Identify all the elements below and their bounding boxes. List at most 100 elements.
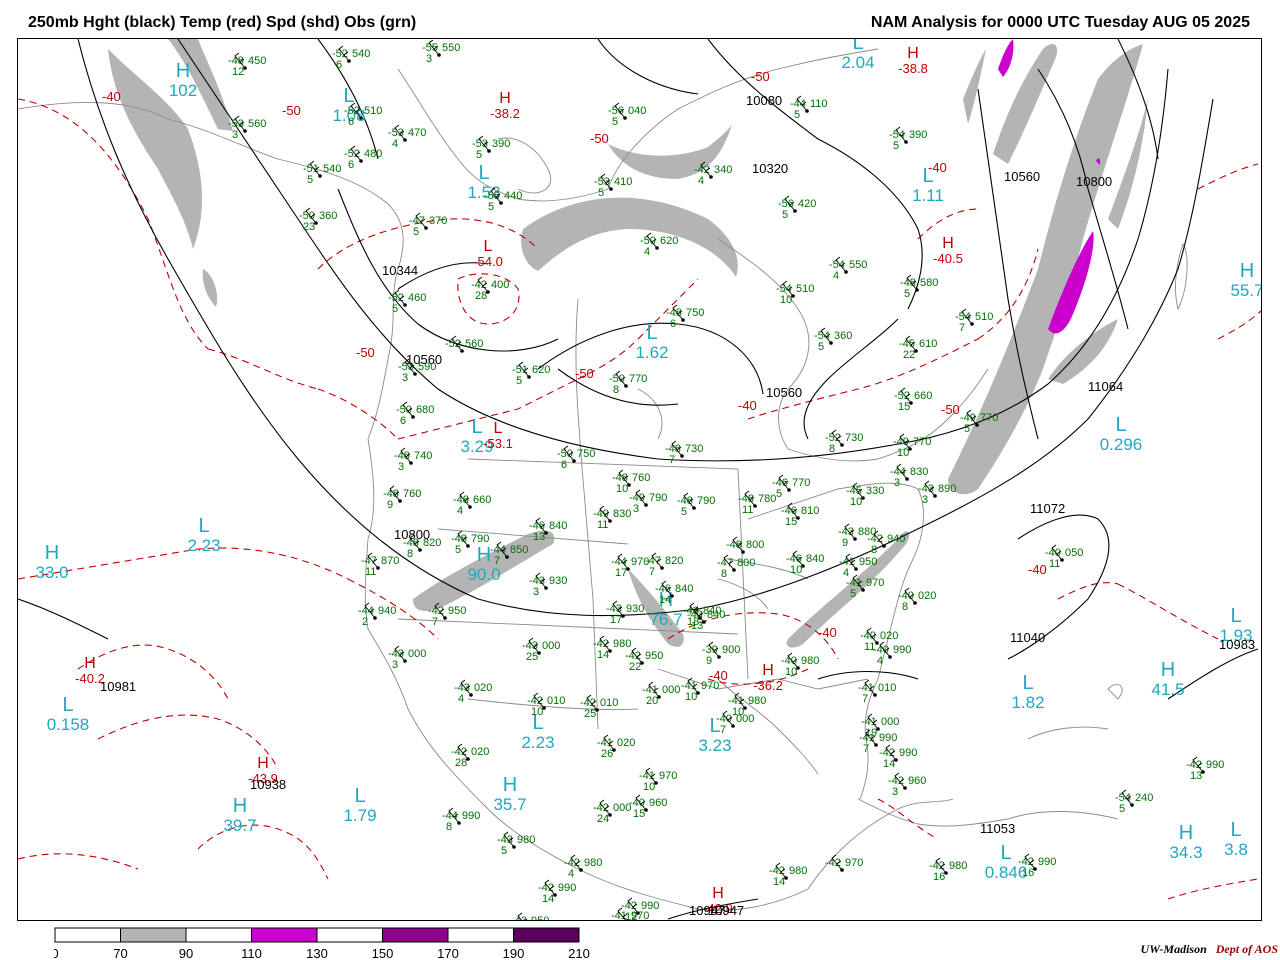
- station-dewpoint-depression: 15: [785, 516, 797, 528]
- station-dewpoint-depression: 28: [455, 757, 467, 769]
- map-canvas: H102L2.04L1.08L1.53L1.62L3.29L2.23H33.0L…: [18, 39, 1261, 920]
- station-plot: -43 84013: [687, 606, 725, 632]
- station-plot: -50 7708: [609, 370, 647, 396]
- station-height: 610: [919, 338, 937, 350]
- station-height: 770: [792, 477, 810, 489]
- temperature-center-letter: H: [942, 235, 954, 252]
- station-height: 360: [319, 210, 337, 222]
- station-plot: -42 99016: [1018, 853, 1056, 879]
- height-label: 10344: [382, 263, 418, 278]
- station-height: 990: [893, 644, 911, 656]
- speed-center-value: 3.8: [1224, 840, 1248, 859]
- station-plot: -40 0208: [898, 587, 936, 613]
- station-dewpoint-depression: 7: [669, 454, 675, 466]
- station-plot: -48 7905: [677, 492, 715, 518]
- temperature-center-letter: H: [907, 45, 919, 62]
- station-plot: -47 8207: [645, 552, 683, 578]
- station-dewpoint-depression: 10: [790, 564, 802, 576]
- station-plot: -50 36023: [299, 207, 337, 233]
- station-dewpoint-depression: 4: [877, 655, 883, 667]
- speed-center-letter: L: [471, 416, 482, 438]
- station-plot: -40 98010: [781, 652, 819, 678]
- temperature-contour-label: -40: [738, 398, 757, 413]
- temperature-center-letter: H: [762, 662, 774, 679]
- station-dewpoint-depression: 8: [446, 821, 452, 833]
- station-plot: -52 66015: [894, 387, 932, 413]
- station-height: 750: [577, 448, 595, 460]
- height-label: 11040: [1010, 630, 1045, 645]
- speed-center-letter: L: [62, 694, 73, 716]
- station-plot: -50 6806: [396, 401, 434, 427]
- station-dewpoint-depression: 6: [561, 459, 567, 471]
- station-plot: -47 8008: [717, 554, 755, 580]
- colorbar-tick-label: 110: [241, 946, 262, 960]
- station-dewpoint-depression: 7: [959, 322, 965, 334]
- speed-center-letter: H: [1179, 822, 1193, 844]
- temperature-center-value: -38.2: [490, 106, 520, 121]
- station-dewpoint-depression: 7: [494, 555, 500, 567]
- colorbar-tick-label: 70: [113, 946, 127, 960]
- height-contour: [337, 188, 559, 352]
- station-dewpoint-depression: 5: [598, 187, 604, 199]
- speed-center-value: 1.11: [912, 186, 944, 205]
- station-dewpoint-depression: 5: [818, 341, 824, 353]
- station-dewpoint-depression: 5: [1119, 803, 1125, 815]
- station-dewpoint-depression: 4: [457, 505, 463, 517]
- station-height: 370: [429, 215, 447, 227]
- station-plot: -42 9804: [564, 854, 602, 880]
- station-dewpoint-depression: 20: [646, 695, 658, 707]
- station-height: 510: [364, 105, 382, 117]
- station-plot: -42 01010: [527, 692, 565, 718]
- station-height: 950: [645, 650, 663, 662]
- height-label: 11072: [1030, 501, 1065, 516]
- map-outline: [1007, 811, 1119, 820]
- speed-center-value: 39.7: [223, 816, 256, 835]
- station-height: 010: [600, 697, 618, 709]
- station-dewpoint-depression: 10: [531, 706, 543, 718]
- station-plot: -45 61022: [899, 335, 937, 361]
- station-dewpoint-depression: 11: [742, 504, 753, 516]
- station-plot: -48 800: [726, 536, 764, 554]
- station-dewpoint-depression: 10: [643, 781, 655, 793]
- station-dewpoint-depression: 3: [232, 129, 238, 141]
- station-height: 360: [834, 330, 852, 342]
- station-dewpoint-depression: 11: [597, 519, 608, 531]
- station-dewpoint-depression: 5: [516, 375, 522, 387]
- station-dewpoint-depression: 3: [892, 786, 898, 798]
- station-dewpoint-depression: 25: [526, 651, 538, 663]
- station-plot: -46 84014: [655, 580, 693, 606]
- station-plot: -47 3705: [409, 212, 447, 238]
- station-dewpoint-depression: 5: [681, 506, 687, 518]
- chart-title: 250mb Hght (black) Temp (red) Spd (shd) …: [28, 14, 417, 31]
- station-height: 480: [364, 148, 382, 160]
- station-dewpoint-depression: 4: [458, 693, 464, 705]
- speed-center-value: 1.62: [635, 343, 668, 362]
- station-plot: -46 81015: [781, 502, 819, 528]
- height-label: 10080: [746, 93, 782, 108]
- station-plot: -47 87011: [361, 552, 399, 578]
- station-height: 020: [471, 746, 489, 758]
- speed-center-value: 76.7: [649, 610, 682, 629]
- station-dewpoint-depression: 17: [610, 614, 622, 626]
- station-plot: -46 84010: [786, 550, 824, 576]
- station-plot: -41 02026: [597, 734, 635, 760]
- station-plot: -49 83011: [593, 505, 631, 531]
- station-height: 560: [465, 338, 483, 350]
- station-dewpoint-depression: 4: [698, 175, 704, 187]
- colorbar-tick-label: 0: [54, 946, 59, 960]
- analysis-valid-time: NAM Analysis for 0000 UTC Tuesday AUG 05…: [870, 14, 1250, 31]
- station-dewpoint-depression: 13: [691, 620, 703, 632]
- height-contour: [597, 39, 699, 95]
- station-height: 020: [474, 682, 492, 694]
- station-plot: -52 4806: [344, 145, 382, 171]
- station-height: 870: [381, 555, 399, 567]
- station-plot: -49 77010: [893, 433, 931, 459]
- station-dewpoint-depression: 28: [475, 290, 487, 302]
- station-plot: -43 8903: [918, 480, 956, 506]
- station-height: 550: [442, 42, 460, 54]
- station-height: 990: [899, 747, 917, 759]
- station-plot: -46 7705: [772, 474, 810, 500]
- station-dewpoint-depression: 5: [893, 140, 899, 152]
- station-dewpoint-depression: 5: [904, 288, 910, 300]
- station-dewpoint-depression: 7: [432, 616, 438, 628]
